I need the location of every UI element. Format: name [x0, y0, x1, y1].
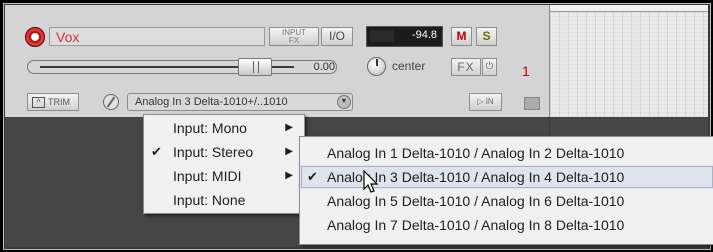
- menu-item-analog-7-8[interactable]: Analog In 7 Delta-1010 / Analog In 8 Del…: [300, 213, 713, 237]
- arrange-view[interactable]: [550, 5, 708, 117]
- menu-item-input-none[interactable]: Input: None: [144, 188, 304, 212]
- meter-bar: [370, 30, 394, 42]
- monitor-label: IN: [485, 97, 494, 106]
- menu-item-analog-1-2[interactable]: Analog In 1 Delta-1010 / Analog In 2 Del…: [300, 141, 713, 165]
- mouse-pointer-icon: [363, 170, 379, 193]
- peak-meter[interactable]: -94.8: [366, 26, 443, 47]
- input-fx-label: INPUT FX: [282, 28, 306, 45]
- volume-value: 0.00: [313, 61, 335, 73]
- submenu-arrow-icon: ▶: [285, 122, 293, 133]
- menu-item-label: Input: None: [173, 192, 246, 208]
- record-input-select[interactable]: Analog In 3 Delta-1010+/..1010 ▼: [127, 93, 353, 111]
- trim-envelope-button[interactable]: ^ TRIM: [27, 93, 79, 111]
- menu-item-analog-5-6[interactable]: Analog In 5 Delta-1010 / Analog In 6 Del…: [300, 189, 713, 213]
- pan-knob[interactable]: [367, 57, 386, 76]
- menu-item-input-mono[interactable]: Input: Mono ▶: [144, 116, 304, 140]
- meter-value: -94.8: [411, 29, 437, 41]
- menu-item-input-midi[interactable]: Input: MIDI ▶: [144, 164, 304, 188]
- input-fx-button[interactable]: INPUT FX: [269, 27, 319, 46]
- menu-item-label: Analog In 7 Delta-1010 / Analog In 8 Del…: [327, 217, 625, 233]
- track-name-field[interactable]: Vox: [49, 27, 265, 46]
- mute-button[interactable]: M: [451, 27, 472, 46]
- check-icon: ✔: [307, 169, 318, 184]
- record-input-value: Analog In 3 Delta-1010+/..1010: [135, 96, 288, 108]
- reaper-window: Vox INPUT FX I/O -94.8 M S 0.00 center F…: [0, 0, 713, 252]
- io-button[interactable]: I/O: [321, 27, 353, 46]
- submenu-arrow-icon: ▶: [285, 170, 293, 181]
- power-icon: ⏻: [485, 61, 494, 72]
- chevron-down-icon: ▼: [337, 95, 351, 109]
- record-arm-button[interactable]: [25, 27, 45, 47]
- trim-label: TRIM: [48, 97, 70, 107]
- menu-item-label: Analog In 5 Delta-1010 / Analog In 6 Del…: [327, 193, 625, 209]
- menu-item-label: Input: Mono: [173, 120, 247, 136]
- menu-item-analog-3-4[interactable]: ✔ Analog In 3 Delta-1010 / Analog In 4 D…: [300, 165, 713, 189]
- record-monitor-button[interactable]: ▷ IN: [469, 93, 502, 111]
- play-icon: ▷: [477, 97, 484, 106]
- envelope-icon: ^: [32, 97, 45, 109]
- stereo-input-submenu: Analog In 1 Delta-1010 / Analog In 2 Del…: [299, 136, 713, 245]
- track-number[interactable]: 1: [522, 63, 530, 79]
- pan-value: center: [392, 59, 426, 73]
- input-type-menu: Input: Mono ▶ ✔ Input: Stereo ▶ Input: M…: [143, 114, 305, 214]
- menu-item-label: Input: MIDI: [173, 168, 242, 184]
- timeline-ruler[interactable]: [550, 5, 708, 12]
- menu-item-input-stereo[interactable]: ✔ Input: Stereo ▶: [144, 140, 304, 164]
- phase-invert-icon[interactable]: [103, 94, 119, 110]
- menu-item-label: Analog In 1 Delta-1010 / Analog In 2 Del…: [327, 145, 625, 161]
- volume-slider-handle[interactable]: [238, 58, 272, 76]
- check-icon: ✔: [151, 144, 162, 159]
- fx-button[interactable]: FX: [451, 58, 481, 76]
- folder-icon[interactable]: [524, 97, 540, 110]
- solo-button[interactable]: S: [476, 27, 497, 46]
- submenu-arrow-icon: ▶: [285, 146, 293, 157]
- menu-item-label: Input: Stereo: [173, 144, 254, 160]
- fx-bypass-button[interactable]: ⏻: [482, 58, 497, 76]
